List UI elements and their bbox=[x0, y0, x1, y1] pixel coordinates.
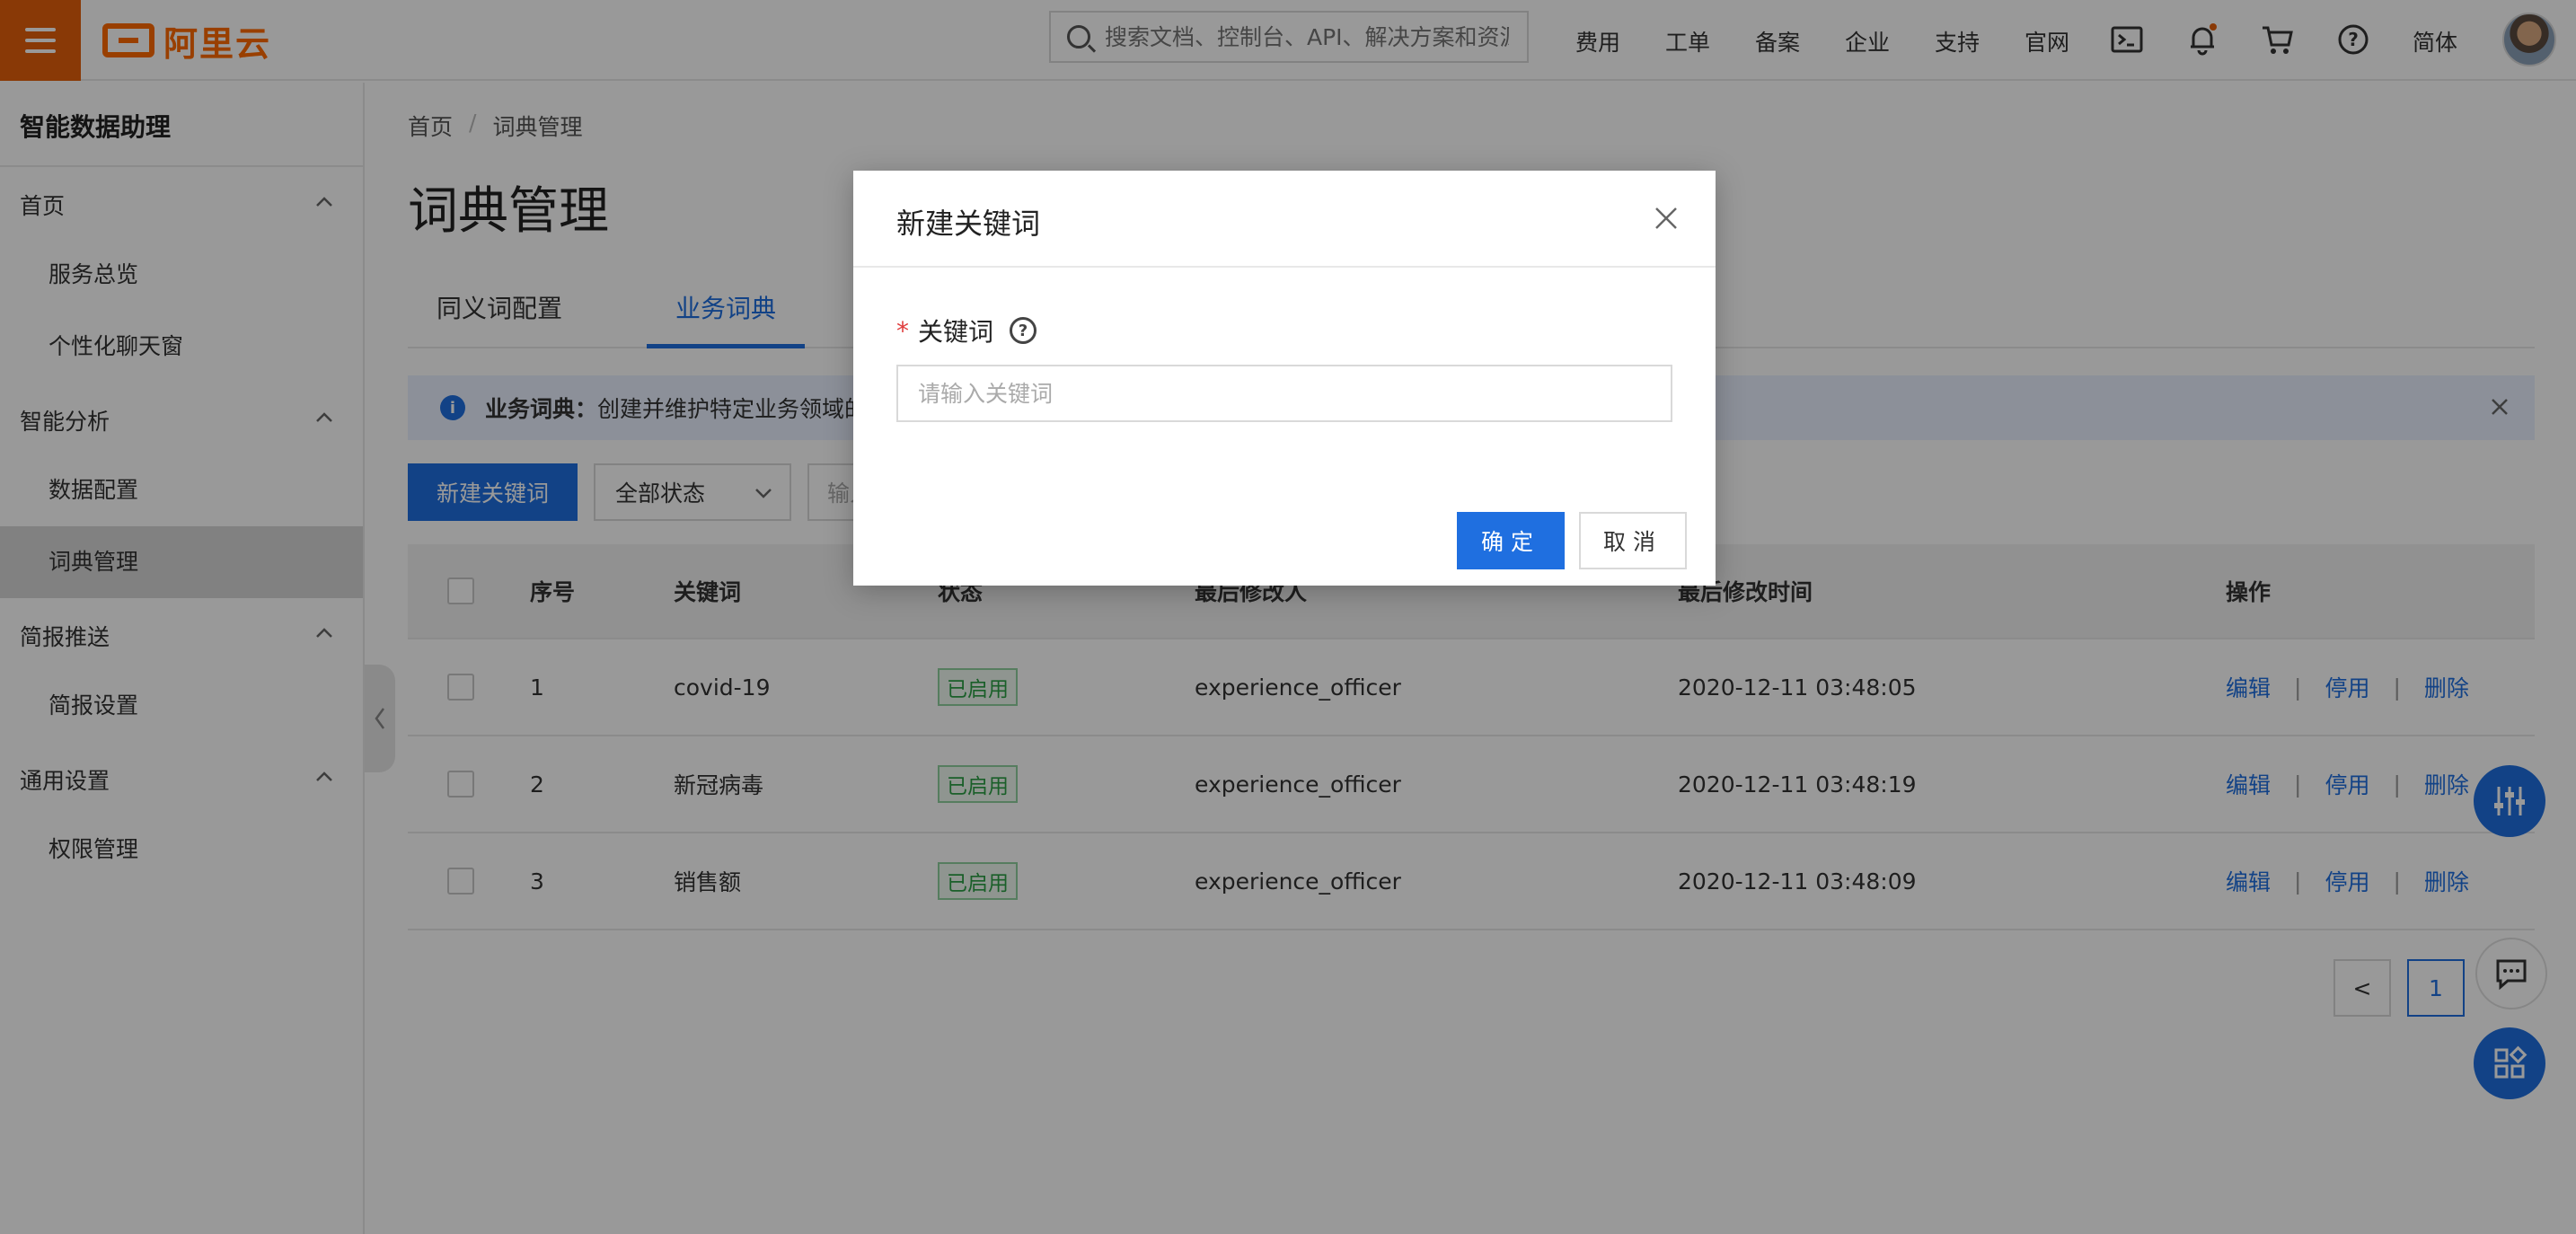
keyword-input[interactable] bbox=[896, 365, 1672, 422]
keyword-label-text: 关键词 bbox=[918, 317, 994, 347]
confirm-button[interactable]: 确定 bbox=[1457, 512, 1565, 569]
cancel-button[interactable]: 取消 bbox=[1579, 512, 1687, 569]
new-keyword-dialog: 新建关键词 * 关键词 ? 确定 取消 bbox=[853, 171, 1716, 586]
dialog-title: 新建关键词 bbox=[896, 207, 1041, 241]
keyword-field-label: * 关键词 ? bbox=[896, 313, 1037, 348]
required-mark: * bbox=[896, 315, 909, 346]
question-icon[interactable]: ? bbox=[1010, 317, 1037, 344]
dialog-header: 新建关键词 bbox=[853, 171, 1716, 268]
close-icon[interactable] bbox=[1653, 205, 1680, 232]
